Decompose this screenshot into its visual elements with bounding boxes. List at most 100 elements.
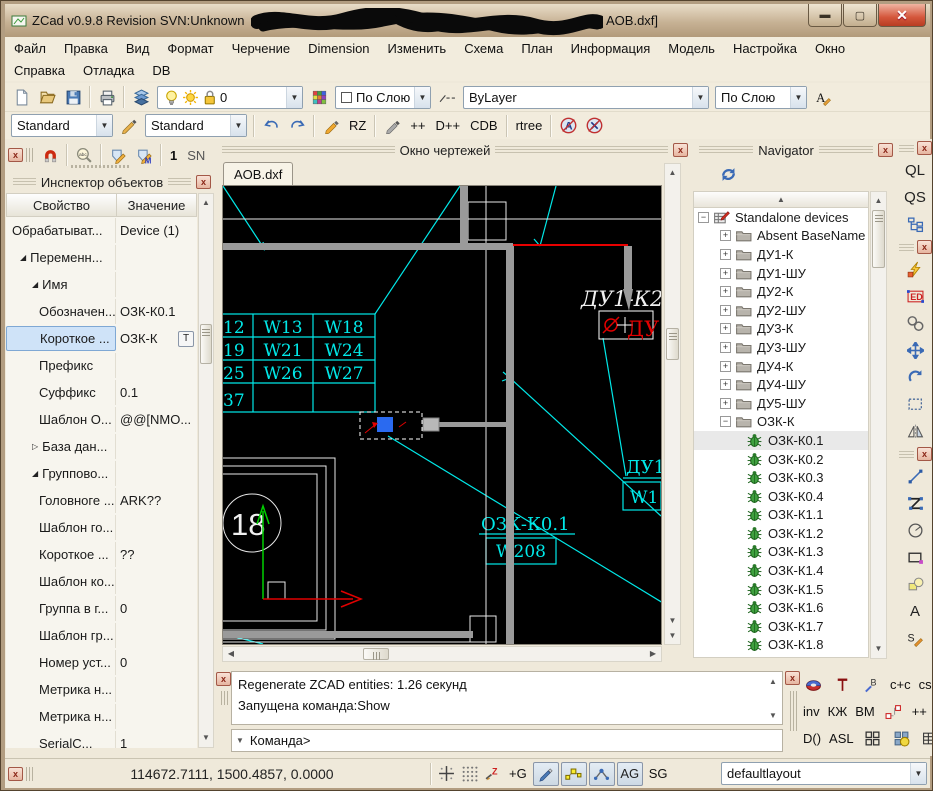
tree-item-озк-к1.6[interactable]: ОЗК-К1.6 <box>694 598 868 617</box>
tree-struct-button[interactable] <box>896 211 933 238</box>
z-red-toggle[interactable]: Z <box>484 765 501 782</box>
property-row[interactable]: ◢Переменн... <box>6 244 197 271</box>
close-icon[interactable]: x <box>917 141 932 155</box>
property-row[interactable]: ▷База дан... <box>6 433 197 460</box>
selected-entity[interactable] <box>377 417 393 432</box>
close-icon[interactable]: x <box>917 240 932 254</box>
command-ВМ[interactable]: ВМ <box>855 704 875 719</box>
scroll-up-icon[interactable]: ▲ <box>665 166 680 180</box>
tool-QS[interactable]: QS <box>896 184 933 211</box>
property-row[interactable]: Шаблон го... <box>6 514 197 541</box>
cross-grid-toggle[interactable] <box>438 765 455 782</box>
tree-item-standalone-devices[interactable]: −Standalone devices <box>694 208 868 227</box>
snap-node-toggle[interactable] <box>589 762 615 786</box>
menu-dimension[interactable]: Dimension <box>299 39 378 58</box>
property-row[interactable]: Метрика н... <box>6 676 197 703</box>
menu-формат[interactable]: Формат <box>158 39 222 58</box>
tree-item-ду4-шу[interactable]: +ДУ4-ШУ <box>694 375 868 394</box>
font-edit-button[interactable]: A <box>810 85 836 109</box>
pencil-orange-button[interactable] <box>318 114 344 138</box>
property-value[interactable]: Device (1) <box>120 223 179 238</box>
line-tool-button[interactable] <box>896 463 933 490</box>
menu-модель[interactable]: Модель <box>659 39 724 58</box>
property-value[interactable]: 0.1 <box>120 385 138 400</box>
statusbar-close-icon[interactable]: x <box>8 767 23 781</box>
scroll-down-icon[interactable]: ▼ <box>766 709 780 723</box>
command-++[interactable]: ++ <box>912 704 927 719</box>
scroll-down-icon[interactable]: ▼ <box>199 731 213 745</box>
property-row[interactable]: Метрика н... <box>6 703 197 730</box>
panel-grip[interactable] <box>495 146 668 155</box>
pencil-blue-toggle[interactable] <box>533 762 559 786</box>
bulb-icon[interactable] <box>163 89 180 106</box>
text-edit-button[interactable]: T <box>178 331 194 347</box>
tree-item-озк-к1.4[interactable]: ОЗК-К1.4 <box>694 561 868 580</box>
dot-grid-toggle[interactable] <box>461 765 478 782</box>
combo-standard[interactable]: Standard▼ <box>145 114 247 137</box>
refresh-icon[interactable] <box>719 165 738 184</box>
toolbar-label-CDB[interactable]: CDB <box>470 118 497 133</box>
tree-item-ду2-к[interactable]: +ДУ2-К <box>694 282 868 301</box>
collapse-icon[interactable]: − <box>720 416 731 427</box>
chevron-down-icon[interactable]: ▼ <box>96 115 112 136</box>
move-button[interactable] <box>896 337 933 364</box>
torus-button[interactable] <box>802 676 825 693</box>
tool-QL[interactable]: QL <box>896 157 933 184</box>
panel-grip[interactable] <box>26 767 34 781</box>
minimize-button[interactable]: ▬ <box>808 4 842 27</box>
panel-grip[interactable] <box>221 691 229 705</box>
expand-icon[interactable]: + <box>720 305 731 316</box>
toggle-AG[interactable]: AG <box>617 762 643 786</box>
combo-standard[interactable]: Standard▼ <box>11 114 113 137</box>
chevron-down-icon[interactable]: ▼ <box>790 87 806 108</box>
cad-canvas[interactable]: 12 W13 W18 19 W21 W24 25 W26 W27 37 ОЗК-… <box>222 185 662 645</box>
tree-item-озк-к0.2[interactable]: ОЗК-К0.2 <box>694 450 868 469</box>
scroll-down-icon[interactable]: ▼ <box>665 614 680 628</box>
maximize-button[interactable]: ▢ <box>843 4 877 27</box>
command-history[interactable]: Regenerate ZCAD entities: 1.26 секундЗап… <box>231 671 783 725</box>
property-row[interactable]: Суффикс0.1 <box>6 379 197 406</box>
spline-button[interactable]: S <box>896 625 933 652</box>
undo-button[interactable] <box>258 114 284 138</box>
command-close-icon[interactable]: x <box>216 672 231 686</box>
tree-item-озк-к1.2[interactable]: ОЗК-К1.2 <box>694 524 868 543</box>
tree-item-озк-к0.4[interactable]: ОЗК-К0.4 <box>694 487 868 506</box>
magnet-button[interactable] <box>37 143 63 167</box>
panel-grip[interactable] <box>899 244 914 251</box>
scroll-down-icon[interactable]: ▼ <box>871 642 886 656</box>
expand-icon[interactable]: + <box>720 286 731 297</box>
tree-item-ду1-шу[interactable]: +ДУ1-ШУ <box>694 264 868 283</box>
linetype-button[interactable] <box>434 85 460 109</box>
small-red-button[interactable] <box>882 703 905 720</box>
toolbar-label-RZ[interactable]: RZ <box>349 118 366 133</box>
toolbar-label-++[interactable]: ++ <box>410 118 425 133</box>
tree-item-ду1-к[interactable]: +ДУ1-К <box>694 245 868 264</box>
chevron-down-icon[interactable]: ▼ <box>910 763 926 784</box>
zigzag-button[interactable] <box>896 490 933 517</box>
tree-item-озк-к0.1[interactable]: ОЗК-К0.1 <box>694 431 868 450</box>
expand-icon[interactable]: + <box>720 249 731 260</box>
tree-item-озк-к1.3[interactable]: ОЗК-К1.3 <box>694 543 868 562</box>
red-a-button[interactable]: A <box>555 114 581 138</box>
expand-icon[interactable]: + <box>720 379 731 390</box>
menu-вид[interactable]: Вид <box>117 39 159 58</box>
combo-по-слою[interactable]: По Слою▼ <box>715 86 807 109</box>
copy-tool-button[interactable] <box>896 571 933 598</box>
tree-item-озк-к1.5[interactable]: ОЗК-К1.5 <box>694 580 868 599</box>
command-inv[interactable]: inv <box>803 704 820 719</box>
property-value[interactable]: ОЗК-К0.1 <box>120 304 176 319</box>
sun-icon[interactable] <box>182 89 199 106</box>
tree-item-озк-к[interactable]: −ОЗК-К <box>694 413 868 432</box>
chevron-down-icon[interactable]: ▼ <box>414 87 430 108</box>
panel-grip[interactable] <box>899 451 914 458</box>
command-c+c[interactable]: c+c <box>890 677 911 692</box>
command-csel[interactable]: csel <box>919 677 933 692</box>
select-rect-button[interactable] <box>896 391 933 418</box>
shield-pencil-m-button[interactable]: M <box>131 143 157 167</box>
scroll-right-icon[interactable]: ▶ <box>647 647 659 660</box>
menu-схема[interactable]: Схема <box>455 39 512 58</box>
property-row[interactable]: Группа в г...0 <box>6 595 197 622</box>
grid4-button[interactable] <box>861 730 884 747</box>
property-row[interactable]: Шаблон гр... <box>6 622 197 649</box>
collapsed-icon[interactable]: ▷ <box>32 442 38 451</box>
